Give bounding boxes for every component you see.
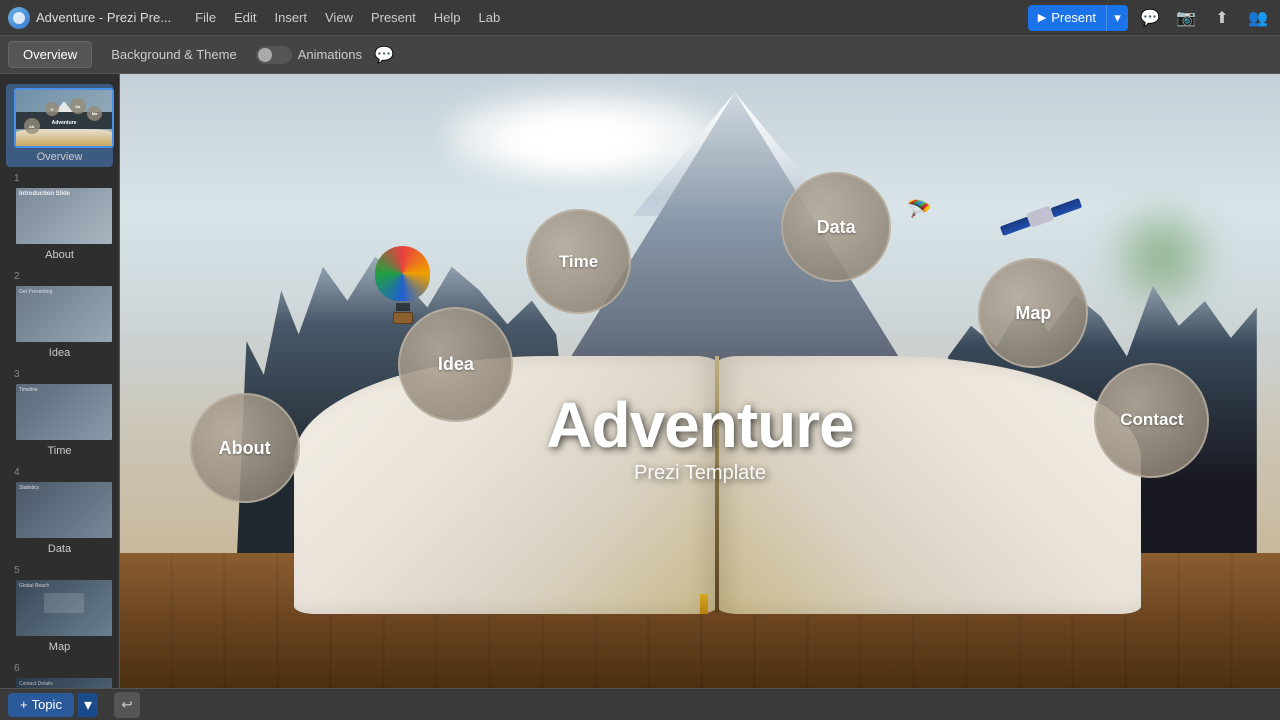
- animations-label: Animations: [298, 47, 362, 62]
- app-title: Adventure - Prezi Pre...: [36, 10, 171, 25]
- menu-file[interactable]: File: [187, 6, 224, 29]
- add-topic-dropdown[interactable]: ▾: [78, 693, 98, 717]
- animations-toggle[interactable]: [256, 46, 292, 64]
- present-dropdown-arrow[interactable]: ▾: [1106, 5, 1128, 31]
- sidebar-item-idea[interactable]: 2 Get Presenting Idea: [6, 267, 113, 363]
- app-logo: Adventure - Prezi Pre...: [8, 7, 171, 29]
- slide-thumb-time: Timeline: [14, 382, 114, 442]
- sidebar-item-about[interactable]: 1 Introduction Slide About: [6, 169, 113, 265]
- bubble-map[interactable]: Map: [978, 258, 1088, 368]
- slide-title-area: Adventure Prezi Template: [546, 388, 854, 485]
- topbar-right: ▶ Present ▾ 💬 📷 ⬆ 👥: [1028, 4, 1272, 32]
- menu-lab[interactable]: Lab: [471, 6, 509, 29]
- chat-icon[interactable]: 💬: [1136, 4, 1164, 32]
- menu-bar: File Edit Insert View Present Help Lab: [187, 6, 508, 29]
- present-label: Present: [1051, 10, 1096, 25]
- bubble-idea[interactable]: Idea: [398, 307, 513, 422]
- bottombar: + Topic ▾ ↩: [0, 688, 1280, 720]
- slide-label-map: Map: [14, 641, 105, 653]
- slide-number-6: 6: [14, 663, 105, 674]
- main-area: Adventure Ab Ti Da Ma Overview 1 Introdu…: [0, 74, 1280, 688]
- back-arrow-icon: ↩: [121, 697, 132, 713]
- comment-icon[interactable]: 💬: [374, 45, 394, 65]
- chevron-down-icon: ▾: [1114, 10, 1121, 26]
- camera-icon[interactable]: 📷: [1172, 4, 1200, 32]
- sidebar: Adventure Ab Ti Da Ma Overview 1 Introdu…: [0, 74, 120, 688]
- share-icon[interactable]: ⬆: [1208, 4, 1236, 32]
- slide-thumb-overview: Adventure Ab Ti Da Ma: [14, 88, 114, 148]
- bubble-about[interactable]: About: [190, 393, 300, 503]
- users-icon[interactable]: 👥: [1244, 4, 1272, 32]
- menu-insert[interactable]: Insert: [266, 6, 315, 29]
- hot-air-balloon: [375, 246, 430, 316]
- slide-thumb-idea: Get Presenting: [14, 284, 114, 344]
- menu-edit[interactable]: Edit: [226, 6, 264, 29]
- slide-thumb-contact: Contact Details: [14, 676, 114, 688]
- parachuter: 🪂: [907, 197, 932, 222]
- sidebar-item-contact[interactable]: 6 Contact Details Contact: [6, 659, 113, 688]
- canvas-area[interactable]: 🪂 About Time Data Idea Map Contact A: [120, 74, 1280, 688]
- slide-subtitle: Prezi Template: [546, 462, 854, 485]
- prezi-logo-icon: [8, 7, 30, 29]
- tab-background[interactable]: Background & Theme: [96, 41, 252, 68]
- tab-overview[interactable]: Overview: [8, 41, 92, 68]
- bubble-contact[interactable]: Contact: [1094, 363, 1209, 478]
- plus-icon: +: [20, 697, 28, 712]
- balloon-body: [375, 246, 430, 301]
- sidebar-item-data[interactable]: 4 Statistics Data: [6, 463, 113, 559]
- slide-label-time: Time: [14, 445, 105, 457]
- bubble-time[interactable]: Time: [526, 209, 631, 314]
- present-button[interactable]: ▶ Present ▾: [1028, 5, 1128, 31]
- slide-label-about: About: [14, 249, 105, 261]
- slide-label-idea: Idea: [14, 347, 105, 359]
- toolbar: Overview Background & Theme Animations 💬: [0, 36, 1280, 74]
- slide-number-1: 1: [14, 173, 105, 184]
- balloon-rope: [396, 303, 410, 311]
- book-gold-edge: [700, 594, 708, 614]
- slide-number-3: 3: [14, 369, 105, 380]
- sidebar-item-time[interactable]: 3 Timeline Time: [6, 365, 113, 461]
- sidebar-item-overview[interactable]: Adventure Ab Ti Da Ma Overview: [6, 84, 113, 167]
- back-button[interactable]: ↩: [114, 692, 140, 718]
- sidebar-item-map[interactable]: 5 Global Reach Map: [6, 561, 113, 657]
- slide-label-overview: Overview: [14, 151, 105, 163]
- balloon-basket: [393, 312, 413, 324]
- play-icon: ▶: [1038, 11, 1046, 24]
- slide-label-data: Data: [14, 543, 105, 555]
- slide-thumb-map: Global Reach: [14, 578, 114, 638]
- slide-thumb-data: Statistics: [14, 480, 114, 540]
- tab-animations[interactable]: Animations: [256, 46, 362, 64]
- add-topic-button[interactable]: + Topic: [8, 693, 74, 717]
- dropdown-chevron-icon: ▾: [84, 695, 92, 715]
- present-button-main[interactable]: ▶ Present: [1028, 5, 1106, 31]
- menu-help[interactable]: Help: [426, 6, 469, 29]
- bubble-data[interactable]: Data: [781, 172, 891, 282]
- add-topic-label: Topic: [32, 697, 62, 712]
- menu-present[interactable]: Present: [363, 6, 424, 29]
- slide-thumb-about: Introduction Slide: [14, 186, 114, 246]
- slide-canvas: 🪂 About Time Data Idea Map Contact A: [120, 74, 1280, 688]
- slide-number-4: 4: [14, 467, 105, 478]
- slide-main-title: Adventure: [546, 388, 854, 462]
- slide-number-2: 2: [14, 271, 105, 282]
- slide-number-5: 5: [14, 565, 105, 576]
- topbar: Adventure - Prezi Pre... File Edit Inser…: [0, 0, 1280, 36]
- menu-view[interactable]: View: [317, 6, 361, 29]
